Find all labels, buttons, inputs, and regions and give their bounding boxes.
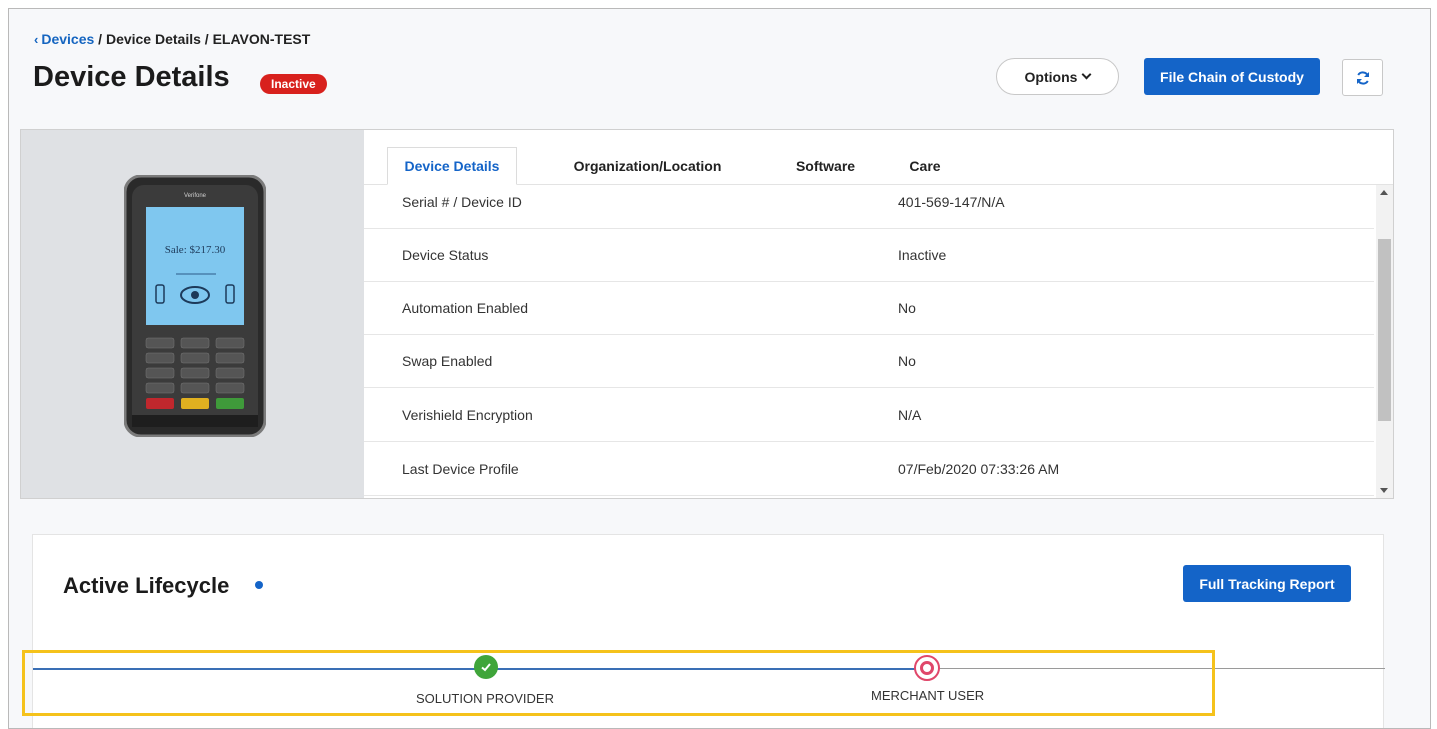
lifecycle-remaining-line	[928, 668, 1385, 669]
full-tracking-report-button[interactable]: Full Tracking Report	[1183, 565, 1351, 602]
checkmark-icon	[481, 663, 491, 672]
chevron-left-icon: ‹	[34, 32, 39, 47]
detail-row: Automation Enabled No	[364, 282, 1374, 335]
step-completed-icon	[474, 655, 498, 679]
lifecycle-title: Active Lifecycle	[63, 573, 230, 598]
detail-value: N/A	[898, 407, 922, 423]
details-scrollbar[interactable]	[1376, 185, 1393, 498]
detail-value: No	[898, 300, 916, 316]
breadcrumb-back-link[interactable]: ‹ Devices	[34, 31, 94, 47]
detail-label: Serial # / Device ID	[402, 194, 522, 210]
step-label-merchant-user: MERCHANT USER	[871, 688, 985, 703]
detail-row: Verishield Encryption N/A	[364, 389, 1374, 442]
detail-row: Device Status Inactive	[364, 229, 1374, 282]
breadcrumb-separator: /	[204, 31, 209, 47]
tab-care[interactable]: Care	[899, 147, 951, 185]
app-frame: ‹ Devices / Device Details / ELAVON-TEST …	[8, 8, 1431, 729]
step-label-solution-provider: SOLUTION PROVIDER	[416, 691, 554, 706]
refresh-icon	[1356, 70, 1369, 85]
terminal-screen-text: Sale: $217.30	[165, 244, 226, 256]
breadcrumb-device-name: ELAVON-TEST	[212, 31, 311, 47]
scroll-up-arrow-icon[interactable]	[1380, 190, 1388, 195]
lifecycle-status-dot	[255, 581, 263, 589]
detail-label: Swap Enabled	[402, 353, 493, 369]
payment-terminal-image: Verifone Sale: $217.30	[124, 175, 266, 437]
step-current-target-icon	[914, 655, 940, 681]
refresh-button[interactable]	[1342, 59, 1383, 96]
scroll-down-arrow-icon[interactable]	[1380, 488, 1388, 493]
breadcrumb-devices-label: Devices	[41, 31, 95, 47]
breadcrumb-separator: /	[98, 31, 103, 47]
options-dropdown-button[interactable]: Options	[996, 58, 1119, 95]
detail-value: No	[898, 353, 916, 369]
options-label: Options	[1024, 68, 1078, 85]
detail-value: Inactive	[898, 247, 947, 263]
detail-row: Serial # / Device ID 401-569-147/N/A	[364, 185, 1374, 229]
tab-device-details[interactable]: Device Details	[387, 147, 517, 185]
breadcrumb-current: Device Details	[105, 31, 201, 47]
status-badge: Inactive	[260, 74, 327, 94]
detail-label: Automation Enabled	[402, 300, 529, 316]
device-image-area: Verifone Sale: $217.30	[21, 130, 364, 498]
detail-label: Last Device Profile	[402, 461, 519, 477]
scroll-thumb[interactable]	[1378, 239, 1391, 421]
tab-organization-location[interactable]: Organization/Location	[554, 147, 741, 185]
chevron-down-icon	[1081, 69, 1092, 80]
lifecycle-card: Active Lifecycle Full Tracking Report SO…	[32, 534, 1385, 728]
target-inner-ring	[920, 661, 934, 675]
detail-row: Last Device Profile 07/Feb/2020 07:33:26…	[364, 443, 1374, 496]
page-title: Device Details	[33, 61, 230, 93]
detail-value: 07/Feb/2020 07:33:26 AM	[898, 461, 1060, 477]
detail-label: Device Status	[402, 247, 489, 263]
device-panel: Verifone Sale: $217.30 Device Details Or…	[20, 129, 1394, 499]
detail-value: 401-569-147/N/A	[898, 194, 1005, 210]
terminal-brand-text: Verifone	[184, 193, 207, 199]
detail-row: Swap Enabled No	[364, 335, 1374, 388]
detail-tabs: Device Details Organization/Location Sof…	[364, 130, 1393, 185]
file-chain-of-custody-button[interactable]: File Chain of Custody	[1144, 58, 1320, 95]
detail-label: Verishield Encryption	[402, 407, 533, 423]
device-details-list: Serial # / Device ID 401-569-147/N/A Dev…	[364, 185, 1374, 498]
breadcrumb: ‹ Devices / Device Details / ELAVON-TEST	[34, 31, 310, 47]
tab-software[interactable]: Software	[782, 147, 869, 185]
